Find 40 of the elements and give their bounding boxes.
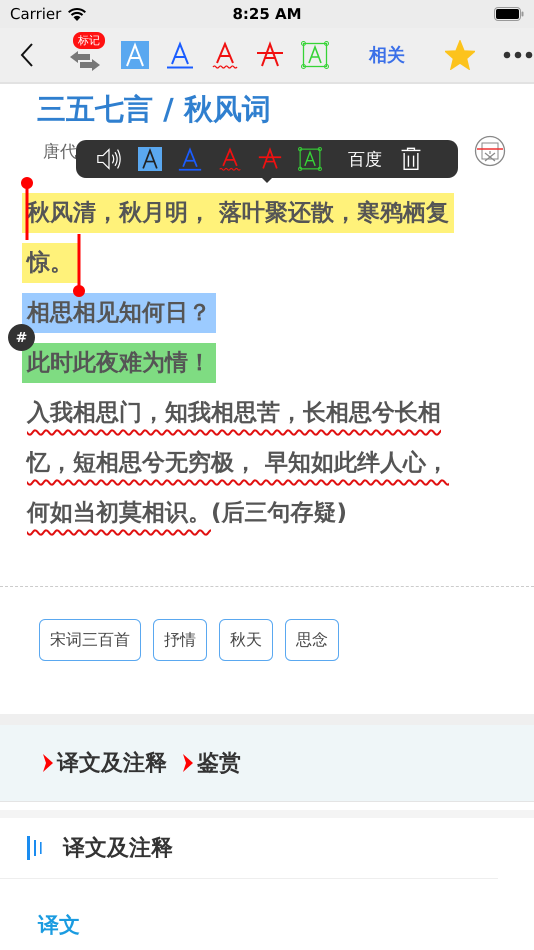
mark-badge: 标记 [73,32,105,49]
tag-chip[interactable]: 宋词三百首 [39,619,141,661]
battery-icon [494,7,524,21]
strikethrough-icon[interactable] [258,147,282,171]
poem-note: (后三句存疑) [211,500,348,526]
tag-chip[interactable]: 思念 [285,619,339,661]
related-button[interactable]: 相关 [369,43,405,67]
tag-chip[interactable]: 秋天 [219,619,273,661]
strikethrough-icon[interactable] [256,41,284,69]
section-link[interactable]: 译文及注释 [57,748,167,778]
section-link[interactable]: 鉴赏 [197,748,241,778]
chevron-icon [183,754,193,772]
text-box-icon[interactable] [298,147,322,171]
poem-title: 三五七言 / 秋风词 [36,91,272,128]
search-button[interactable]: 百度 [348,148,382,170]
subsection-title: 译文 [36,912,81,939]
chevron-icon [43,754,53,772]
swap-arrows-icon[interactable] [70,50,100,72]
underlined-line: 入我相思门，知我相思苦，长相思兮长相 [26,400,441,426]
underlined-line: 忆，短相思兮无穷极， 早知如此绊人心， [25,450,450,476]
wavy-underline-icon[interactable] [218,147,242,171]
wavy-underline-icon[interactable] [211,41,239,69]
tag-chip[interactable]: 抒情 [153,619,207,661]
star-icon[interactable] [445,40,475,70]
highlight-icon[interactable] [138,147,162,171]
note-badge[interactable]: # [8,324,35,351]
bars-icon [27,836,43,860]
seal-icon[interactable] [474,135,506,167]
back-icon[interactable] [20,42,34,68]
wifi-icon [67,6,88,22]
selection-handle[interactable] [72,234,86,298]
more-icon[interactable] [503,51,533,59]
underline-icon[interactable] [166,41,194,69]
underlined-line: 何如当初莫相识。 [26,500,211,526]
underline-icon[interactable] [178,147,202,171]
author-label: 唐代 [43,140,77,162]
status-time: 8:25 AM [232,5,302,23]
section-title: 译文及注释 [63,835,173,863]
carrier-label: Carrier [10,5,62,23]
speaker-icon[interactable] [96,147,122,171]
